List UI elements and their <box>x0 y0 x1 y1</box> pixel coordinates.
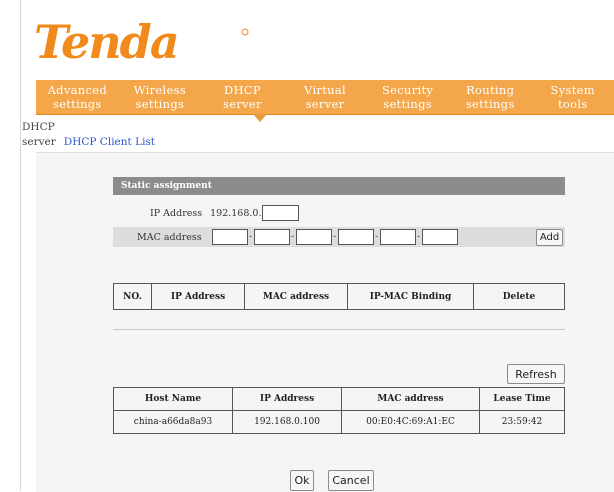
mac-octet-6-input[interactable] <box>421 229 458 245</box>
nav-label-line2: tools <box>557 97 588 111</box>
table-header-row: Host Name IP Address MAC address Lease T… <box>113 387 565 411</box>
subnav-title-line2: server <box>22 136 56 148</box>
nav-security-settings[interactable]: Security settings <box>366 80 449 114</box>
host-name-cell: china-a66da8a93 <box>113 410 233 434</box>
static-assignment-header: Static assignment <box>113 177 565 195</box>
column-header: IP-MAC Binding <box>347 283 474 310</box>
active-nav-pointer-icon <box>253 114 267 122</box>
column-header: MAC address <box>244 283 348 310</box>
nav-label-line1: Virtual <box>304 83 346 97</box>
mac-octet-1-input[interactable] <box>211 229 248 245</box>
table-row: china-a66da8a93 192.168.0.100 00:E0:4C:6… <box>113 410 565 434</box>
ip-address-cell: 192.168.0.100 <box>232 410 342 434</box>
nav-label-line1: DHCP <box>223 83 261 97</box>
mac-address-row: MAC address - - - - - Add <box>113 227 565 247</box>
mac-address-label: MAC address <box>137 231 202 243</box>
logo-text: Tenda <box>34 18 178 68</box>
ip-address-label: IP Address <box>150 207 203 219</box>
refresh-button[interactable]: Refresh <box>507 364 565 384</box>
sub-navigation: DHCP server DHCP Client List <box>22 120 155 150</box>
nav-dhcp-server[interactable]: DHCP server <box>201 80 284 114</box>
nav-label-line1: System <box>550 83 595 97</box>
column-header: Delete <box>473 283 565 310</box>
nav-label-line1: Advanced <box>47 83 107 97</box>
tenda-logo: Tenda <box>32 18 272 68</box>
column-header: IP Address <box>151 283 245 310</box>
nav-routing-settings[interactable]: Routing settings <box>449 80 532 114</box>
table-header-row: NO. IP Address MAC address IP-MAC Bindin… <box>113 283 565 310</box>
column-header: Lease Time <box>479 387 565 411</box>
dhcp-client-table: Host Name IP Address MAC address Lease T… <box>113 387 565 434</box>
nav-label-line2: server <box>223 97 262 111</box>
nav-system-tools[interactable]: System tools <box>531 80 614 114</box>
nav-label-line2: server <box>305 97 345 111</box>
mac-octet-3-input[interactable] <box>295 229 332 245</box>
column-header: Host Name <box>113 387 233 411</box>
nav-label-line1: Routing <box>466 83 515 97</box>
add-button[interactable]: Add <box>536 228 563 246</box>
column-header: NO. <box>113 283 152 310</box>
lease-time-cell: 23:59:42 <box>479 410 565 434</box>
nav-label-line1: Wireless <box>133 83 187 97</box>
ip-mac-binding-table: NO. IP Address MAC address IP-MAC Bindin… <box>113 283 565 310</box>
nav-label-line2: settings <box>52 97 102 111</box>
nav-label-line2: settings <box>383 97 432 111</box>
dhcp-client-list-link[interactable]: DHCP Client List <box>64 136 155 148</box>
ip-address-row: IP Address 192.168.0. <box>150 205 300 221</box>
registered-mark-icon <box>241 28 249 36</box>
mac-octet-2-input[interactable] <box>253 229 290 245</box>
nav-advanced-settings[interactable]: Advanced settings <box>36 80 119 114</box>
subnav-title-line1: DHCP <box>22 121 55 133</box>
section-divider <box>113 329 565 330</box>
mac-address-cell: 00:E0:4C:69:A1:EC <box>341 410 480 434</box>
column-header: MAC address <box>341 387 480 411</box>
nav-label-line2: settings <box>465 97 515 111</box>
mac-octet-5-input[interactable] <box>379 229 416 245</box>
ip-last-octet-input[interactable] <box>262 205 300 221</box>
main-nav: Advanced settings Wireless settings DHCP se… <box>36 80 614 115</box>
cancel-button[interactable]: Cancel <box>328 470 374 491</box>
nav-label-line2: settings <box>135 97 185 111</box>
nav-label-line1: Security <box>381 83 434 97</box>
nav-wireless-settings[interactable]: Wireless settings <box>119 80 202 114</box>
mac-octet-4-input[interactable] <box>337 229 374 245</box>
ok-button[interactable]: Ok <box>290 470 314 491</box>
content-panel <box>36 152 614 492</box>
ip-prefix: 192.168.0. <box>210 207 262 219</box>
column-header: IP Address <box>232 387 342 411</box>
nav-virtual-server[interactable]: Virtual server <box>284 80 367 114</box>
